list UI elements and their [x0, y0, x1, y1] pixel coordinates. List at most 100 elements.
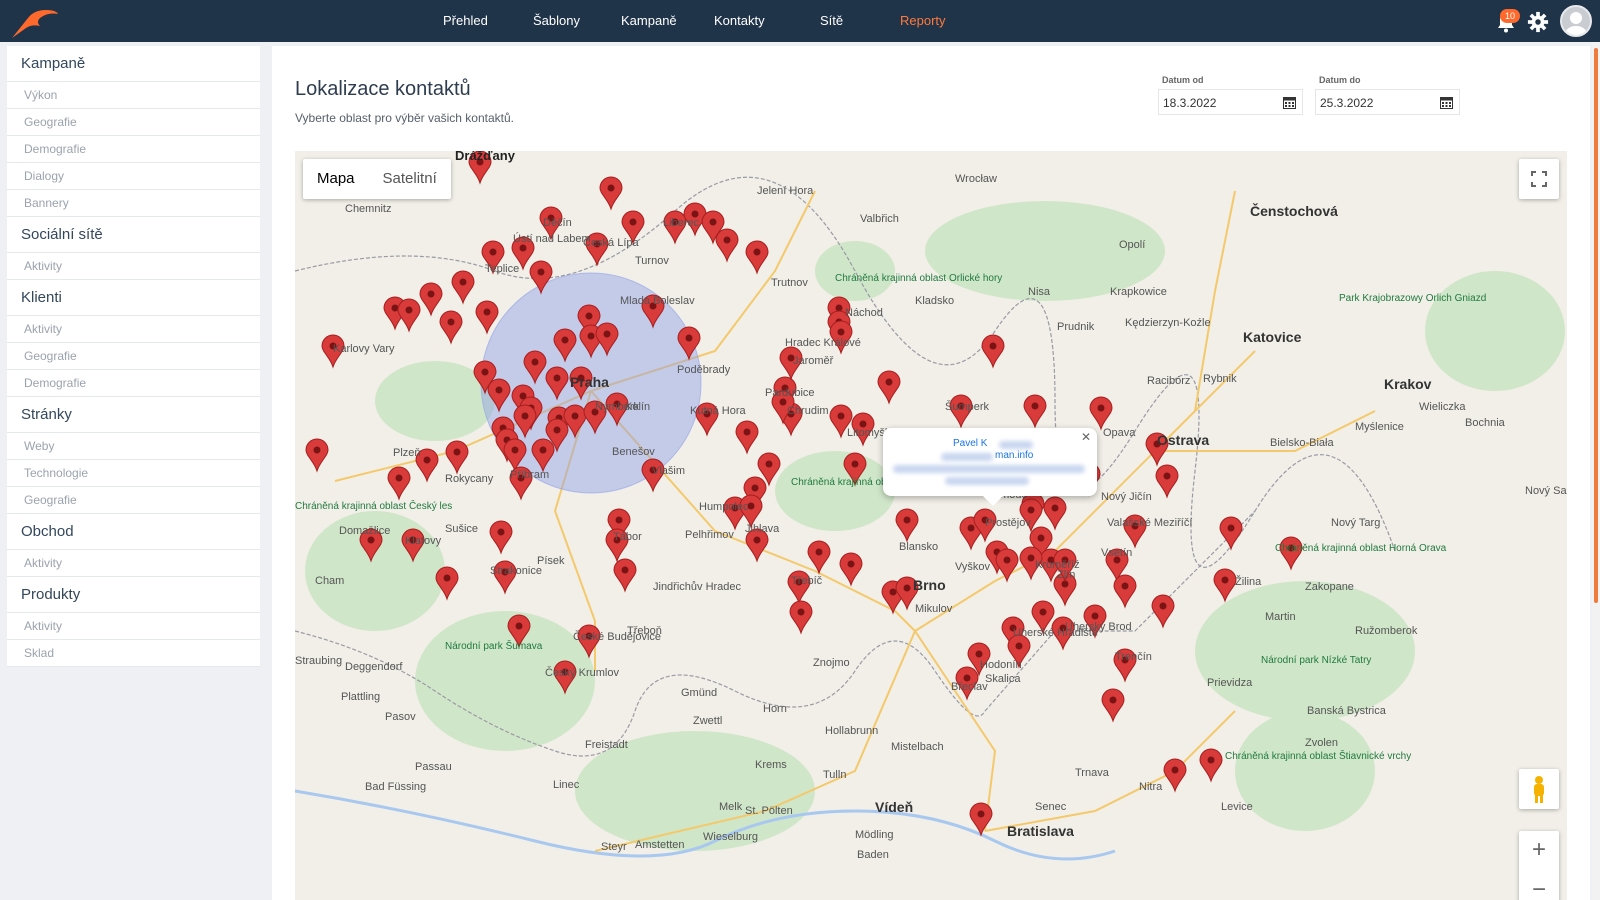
map-label-nachod: Náchod: [845, 307, 883, 319]
date-to-field[interactable]: 25.3.2022: [1315, 89, 1460, 115]
map-label-melk: Melk: [719, 801, 743, 813]
map-label-chemnitz: Chemnitz: [345, 203, 392, 215]
gear-icon[interactable]: [1527, 11, 1549, 33]
map-label-skalica: Skalica: [985, 673, 1021, 685]
map-label-modling: Mödling: [855, 829, 894, 841]
sidebar-item-aktivity[interactable]: Aktivity: [7, 613, 260, 640]
map-label-park-cesky-les: Chráněná krajinná oblast Český les: [295, 501, 453, 512]
map-label-baden: Baden: [857, 849, 889, 861]
contact-email-link[interactable]: man.info: [995, 450, 1033, 461]
sidebar-item-geografie[interactable]: Geografie: [7, 487, 260, 514]
nav-site[interactable]: Sítě: [820, 13, 843, 28]
map-label-plattling: Plattling: [341, 691, 381, 703]
map-label-martin: Martin: [1265, 611, 1296, 623]
fullscreen-button[interactable]: [1519, 159, 1559, 199]
avatar[interactable]: [1560, 5, 1592, 37]
map-label-rybnik: Rybnik: [1203, 373, 1237, 385]
sidebar-item-aktivity[interactable]: Aktivity: [7, 316, 260, 343]
map-label-turnov: Turnov: [635, 255, 669, 267]
map-label-opava: Opava: [1103, 427, 1136, 439]
contact-info-window[interactable]: ✕ Pavel K man.info: [883, 428, 1097, 506]
map-label-park-stiavnicke-vrchy: Chráněná krajinná oblast Štiavnické vrch…: [1225, 751, 1412, 762]
sidebar-item-dialogy[interactable]: Dialogy: [7, 163, 260, 190]
sidebar-item-geografie[interactable]: Geografie: [7, 343, 260, 370]
map-label-humpolec: Humpolec: [699, 501, 749, 513]
map-type-map-button[interactable]: Mapa: [303, 159, 369, 199]
date-from-label: Datum od: [1162, 75, 1204, 85]
page-title: Lokalizace kontaktů: [295, 78, 471, 100]
sidebar-group-klienti[interactable]: Klienti: [7, 280, 260, 316]
zoom-out-button[interactable]: −: [1519, 871, 1559, 900]
map-label-ceske-budejovice: České Budějovice: [573, 631, 662, 643]
nav-kampane[interactable]: Kampaně: [621, 13, 677, 28]
sidebar-item-aktivity[interactable]: Aktivity: [7, 550, 260, 577]
map-label-park-orlicke-hory: Chráněná krajinná oblast Orlické hory: [835, 273, 1003, 284]
nav-prehled[interactable]: Přehled: [443, 13, 488, 28]
map-label-park-sumava: Národní park Šumava: [445, 641, 543, 652]
map-label-freistadt: Freistadt: [585, 739, 628, 751]
redacted-text: [941, 453, 993, 461]
map-label-prievidza: Prievidza: [1207, 677, 1253, 689]
sidebar-group-socialni-site[interactable]: Sociální sítě: [7, 217, 260, 253]
map-label-kromeriz: Kroměříž: [1035, 559, 1080, 571]
map-label-ruzomberok: Ružomberok: [1355, 625, 1418, 637]
map-label-cesky-krumlov: Český Krumlov: [545, 667, 619, 679]
logo-icon[interactable]: [6, 4, 62, 40]
sidebar-item-demografie[interactable]: Demografie: [7, 136, 260, 163]
sidebar-item-weby[interactable]: Weby: [7, 433, 260, 460]
map-label-uhersky-brod: Uherský Brod: [1065, 621, 1132, 633]
sidebar-group-obchod[interactable]: Obchod: [7, 514, 260, 550]
map-label-valasske-mezirici: Valašské Meziříčí: [1107, 517, 1193, 529]
map-label-krems: Krems: [755, 759, 787, 771]
map-label-opoli: Opolí: [1119, 239, 1146, 251]
map-label-deggendorf: Deggendorf: [345, 661, 403, 673]
nav-kontakty[interactable]: Kontakty: [714, 13, 765, 28]
map-label-rokycany: Rokycany: [445, 473, 494, 485]
map-label-mistelbach: Mistelbach: [891, 741, 944, 753]
nav-sablony[interactable]: Šablony: [533, 13, 580, 28]
sidebar-item-geografie[interactable]: Geografie: [7, 109, 260, 136]
map-label-plzen: Plzeň: [393, 447, 421, 459]
sidebar-group-kampane[interactable]: Kampaně: [7, 46, 260, 82]
map-type-satellite-button[interactable]: Satelitní: [369, 159, 451, 199]
sidebar-item-sklad[interactable]: Sklad: [7, 640, 260, 667]
map-label-praha: Praha: [570, 374, 609, 390]
street-view-button[interactable]: [1519, 769, 1559, 809]
map-label-trencin: Trenčín: [1115, 651, 1152, 663]
redacted-text: [893, 465, 1085, 473]
close-icon[interactable]: ✕: [1081, 430, 1091, 444]
page-scrollbar-thumb[interactable]: [1594, 48, 1598, 603]
map-label-breclav: Břeclav: [951, 681, 988, 693]
sidebar-item-bannery[interactable]: Bannery: [7, 190, 260, 217]
map-label-krakov: Krakov: [1384, 376, 1432, 392]
sidebar-item-vykon[interactable]: Výkon: [7, 82, 260, 109]
map-label-banska-bystrica: Banská Bystrica: [1307, 705, 1386, 717]
map-label-wroclaw: Wrocław: [955, 173, 997, 185]
map-label-novy-jicin: Nový Jičín: [1101, 491, 1152, 503]
sidebar-item-demografie[interactable]: Demografie: [7, 370, 260, 397]
map-label-raciborz: Racibórz: [1147, 375, 1191, 387]
map-label-chrudim: Chrudim: [787, 405, 829, 417]
date-from-value: 18.3.2022: [1163, 96, 1217, 110]
map-label-znojmo: Znojmo: [813, 657, 850, 669]
nav-reporty[interactable]: Reporty: [900, 13, 946, 28]
sidebar-item-technologie[interactable]: Technologie: [7, 460, 260, 487]
calendar-icon[interactable]: [1283, 96, 1296, 109]
date-from-field[interactable]: 18.3.2022: [1158, 89, 1303, 115]
map-label-linec: Linec: [553, 779, 580, 791]
map-label-passau: Passau: [415, 761, 452, 773]
map-label-jaromer: Jaroměř: [793, 355, 834, 367]
map-label-bochnia: Bochnia: [1465, 417, 1505, 429]
calendar-icon[interactable]: [1440, 96, 1453, 109]
zoom-in-button[interactable]: +: [1519, 831, 1559, 871]
redacted-text: [999, 441, 1033, 449]
map-label-bratislava: Bratislava: [1007, 823, 1074, 839]
sidebar-group-produkty[interactable]: Produkty: [7, 577, 260, 613]
map-label-jeleni-hora: Jelení Hora: [757, 185, 814, 197]
map-label-trutnov: Trutnov: [771, 277, 808, 289]
map-label-kladsko: Kladsko: [915, 295, 955, 307]
contacts-map[interactable]: Praha Brno Ostrava Katovice Krakov Vídeň…: [295, 151, 1567, 900]
contact-name-link[interactable]: Pavel K: [953, 438, 987, 449]
sidebar-group-stranky[interactable]: Stránky: [7, 397, 260, 433]
sidebar-item-aktivity[interactable]: Aktivity: [7, 253, 260, 280]
